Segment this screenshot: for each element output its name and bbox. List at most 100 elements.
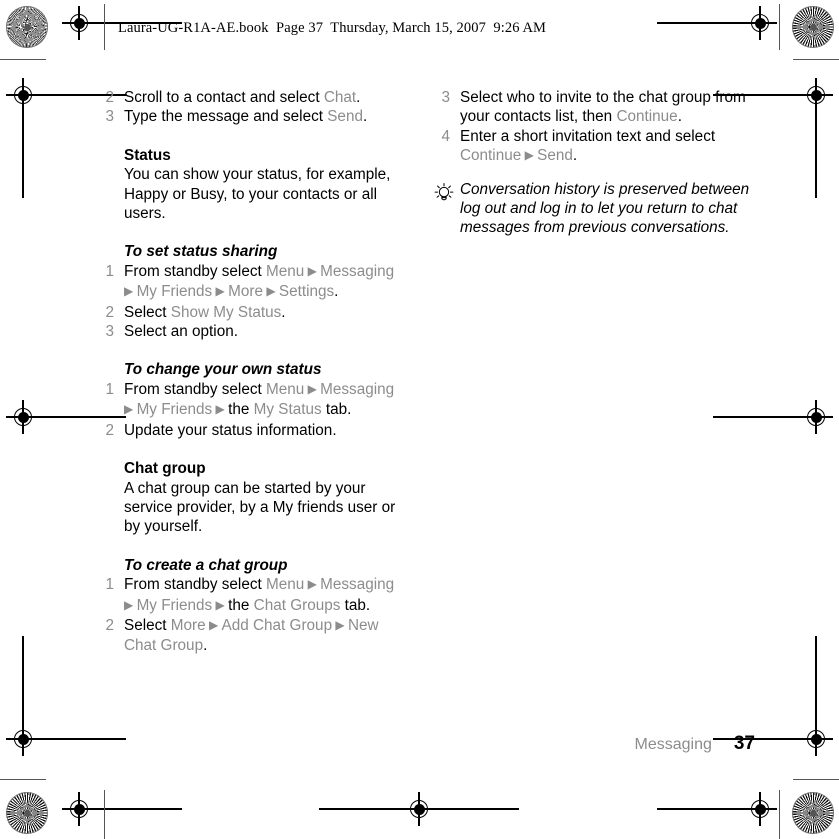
footer-page-number: 37 [733,733,755,754]
ui-term: Messaging [320,262,395,280]
step-text-run: . [334,283,339,301]
step-number: 4 [441,127,450,145]
lightbulb-icon [433,182,455,204]
ui-term: Send [327,108,363,126]
ui-term: Add Chat Group [221,616,333,634]
registration-mark-left-lower [6,636,126,756]
list-item: 3 Select an option. [96,322,401,341]
step-arrow-icon: ▶ [304,577,321,592]
step-text-run: tab. [340,596,371,614]
registration-mark-left-upper [6,78,126,198]
registration-mark-right-middle [713,400,833,434]
ui-term: Send [537,147,573,165]
step-text: Scroll to a contact and select Chat. [124,89,360,106]
ui-term: Show My Status [170,303,282,321]
step-arrow-icon: ▶ [212,597,229,612]
ui-term: Settings [278,283,335,301]
step-text: From standby select Menu ▶ Messaging ▶ M… [124,576,394,613]
step-text-run: . [572,147,578,165]
step-text: Select an option. [124,323,238,340]
step-arrow-icon: ▶ [124,402,137,417]
step-number: 1 [105,262,114,280]
step-text-after: . [362,108,368,126]
step-arrow-icon: ▶ [521,148,538,163]
step-arrow-icon: ▶ [205,617,222,632]
step-number: 3 [105,108,114,126]
step-text-after: . [356,89,361,106]
list-item: 3 Select who to invite to the chat group … [432,88,757,127]
registration-mark-right-lower [713,636,833,756]
right-column: 3 Select who to invite to the chat group … [432,88,757,238]
print-starburst-target-top-right [792,6,834,48]
registration-mark-left-middle [6,400,126,434]
left-column: 2 Scroll to a contact and select Chat. 3… [96,88,401,656]
ui-term: Continue [460,147,522,165]
tip-note: Conversation history is preserved betwee… [432,180,757,238]
ui-term: My Status [253,401,322,419]
ui-term: Menu [265,380,305,398]
page-footer: Messaging 37 [634,733,755,755]
step-text: Enter a short invitation text and select… [460,128,715,164]
step-arrow-icon: ▶ [332,617,348,632]
step-text-run: From standby select [124,262,266,280]
step-number: 2 [105,303,114,321]
ui-term: Chat [323,89,357,106]
step-arrow-icon: ▶ [212,402,229,417]
section-body-status: You can show your status, for example, H… [124,166,391,223]
print-starburst-target-bottom-left [6,792,48,834]
step-text: Select who to invite to the chat group f… [460,89,746,125]
task-heading-set-status-sharing: To set status sharing [124,243,278,261]
step-text-run: . [203,637,208,655]
step-text: Update your status information. [124,422,337,439]
ui-term: My Friends [136,283,213,301]
trim-rule-right-lower-horizontal [793,779,839,781]
task-steps-set-status-sharing: 1 From standby select Menu ▶ Messaging ▶ … [96,262,401,342]
trim-rule-left-lower-horizontal [0,779,46,781]
step-arrow-icon: ▶ [304,381,321,396]
step-text-run: . [677,108,682,126]
list-item: 1 From standby select Menu ▶ Messaging ▶ … [96,380,401,421]
running-header: Laura-UG-R1A-AE.book Page 37 Thursday, M… [118,20,547,36]
registration-mark-bottom-left [62,792,182,826]
step-number: 2 [105,616,114,634]
step-text-run: . [281,303,286,321]
ui-term: My Friends [136,401,213,419]
task-steps-create-chat-group: 1 From standby select Menu ▶ Messaging ▶ … [96,575,401,656]
list-item: 2 Update your status information. [96,421,401,440]
step-arrow-icon: ▶ [124,284,137,299]
list-item: 3 Type the message and select Send. [96,107,401,126]
registration-mark-top-right [657,6,777,40]
step-arrow-icon: ▶ [262,284,279,299]
step-text: Type the message and select Send. [124,108,367,125]
trim-rule-top-left-vertical [104,4,106,50]
step-number: 1 [105,576,114,594]
step-arrow-icon: ▶ [124,597,137,612]
list-item: 4 Enter a short invitation text and selec… [432,127,757,167]
ui-term: More [170,616,206,634]
trim-rule-bottom-left-vertical [104,790,106,839]
print-starburst-target-top-left [6,6,48,48]
list-item: 2 Select Show My Status. [96,303,401,322]
step-number: 2 [105,89,114,106]
step-text: From standby select Menu ▶ Messaging ▶ M… [124,381,394,418]
step-number: 3 [441,89,450,106]
ui-term: My Friends [136,596,213,614]
ui-term: Chat Groups [253,596,341,614]
step-text-run: Update your status information. [124,421,337,439]
step-text-run: tab. [321,401,352,419]
section-heading-chat-group: Chat group [124,460,206,478]
trim-rule-right-upper-horizontal [793,59,839,61]
trim-rule-top-right-vertical [779,4,781,50]
step-text-run: the [228,596,254,614]
section-body-chat-group: A chat group can be started by your serv… [124,479,396,536]
step-text-run: Enter a short invitation text and select [460,127,716,145]
step-text-run: Select who to invite to the chat group f… [460,89,746,126]
registration-mark-top-left [62,6,182,40]
task-heading-create-chat-group: To create a chat group [124,556,288,574]
list-item: 2 Scroll to a contact and select Chat. [96,88,401,107]
step-text: Select More ▶ Add Chat Group ▶ New Chat … [124,617,379,654]
